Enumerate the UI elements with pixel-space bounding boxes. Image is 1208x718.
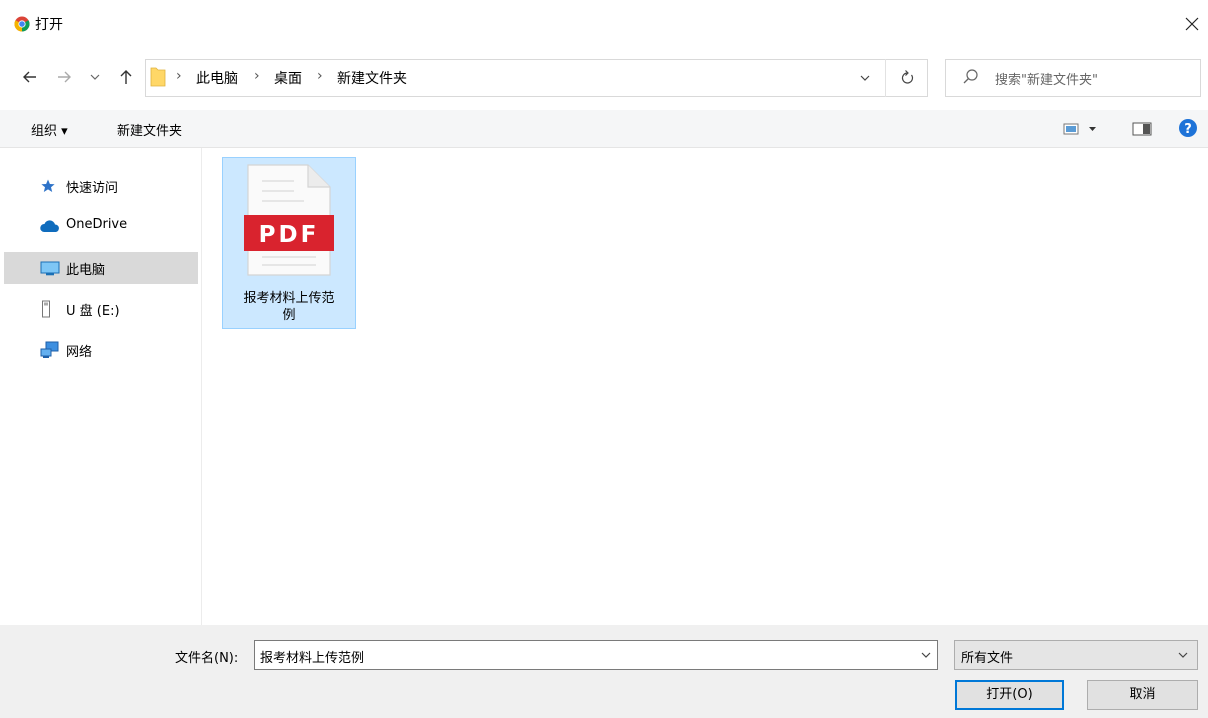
folder-icon xyxy=(150,66,166,88)
chevron-down-icon xyxy=(921,652,931,658)
view-thumbnail-icon xyxy=(1063,123,1096,135)
nav-item-label: 此电脑 xyxy=(66,263,106,278)
up-button[interactable] xyxy=(115,66,137,88)
nav-item-network[interactable]: 网络 xyxy=(22,334,198,366)
refresh-icon xyxy=(901,70,914,84)
window-title: 打开 xyxy=(35,17,63,33)
nav-item-label: 网络 xyxy=(66,345,93,360)
breadcrumb-separator: › xyxy=(176,68,182,84)
breadcrumb-separator: › xyxy=(254,68,260,84)
file-name-label: 报考材料上传范 例 xyxy=(226,290,352,324)
cloud-icon xyxy=(40,220,60,232)
chevron-down-icon xyxy=(1178,652,1188,658)
help-icon: ? xyxy=(1179,119,1197,137)
breadcrumb-new-folder[interactable]: 新建文件夹 xyxy=(337,68,407,88)
nav-item-onedrive[interactable]: OneDrive xyxy=(22,210,198,242)
organize-menu-button[interactable]: 组织 ▾ xyxy=(31,120,68,139)
filename-input-value[interactable]: 报考材料上传范例 xyxy=(260,647,364,666)
network-icon xyxy=(40,341,60,359)
preview-pane-icon xyxy=(1132,122,1152,136)
refresh-button[interactable] xyxy=(897,67,917,89)
file-name-line1: 报考材料上传范 xyxy=(243,291,335,306)
help-button[interactable]: ? xyxy=(1178,118,1198,138)
title-bar xyxy=(0,0,1208,48)
arrow-up-icon xyxy=(120,70,132,84)
breadcrumb-desktop[interactable]: 桌面 xyxy=(274,68,302,88)
address-history-button[interactable] xyxy=(858,67,872,89)
address-bar[interactable] xyxy=(145,59,928,97)
filename-label: 文件名(N): xyxy=(175,651,239,666)
star-icon xyxy=(40,178,56,194)
preview-pane-button[interactable] xyxy=(1132,121,1152,137)
chrome-app-icon xyxy=(14,16,30,32)
new-folder-button[interactable]: 新建文件夹 xyxy=(117,120,182,139)
forward-button[interactable] xyxy=(53,66,75,88)
breadcrumb-this-pc[interactable]: 此电脑 xyxy=(196,68,238,88)
pdf-badge-text: PDF xyxy=(259,222,320,248)
nav-item-label: OneDrive xyxy=(66,217,128,232)
nav-item-usb-drive[interactable]: U 盘 (E:) xyxy=(22,293,198,325)
monitor-icon xyxy=(40,261,60,276)
file-type-chevron[interactable] xyxy=(1176,645,1190,665)
address-divider xyxy=(885,59,886,97)
change-view-button[interactable] xyxy=(1063,121,1103,137)
close-icon xyxy=(1185,17,1199,31)
search-icon xyxy=(962,68,980,86)
back-button[interactable] xyxy=(19,66,41,88)
chevron-down-icon xyxy=(90,74,100,80)
file-name-line2: 例 xyxy=(282,308,296,323)
chevron-down-icon xyxy=(860,75,870,81)
cancel-button[interactable]: 取消 xyxy=(1087,680,1198,710)
nav-item-this-pc[interactable]: 此电脑 xyxy=(4,252,198,284)
recent-locations-button[interactable] xyxy=(88,66,102,88)
close-button[interactable] xyxy=(1180,12,1204,36)
svg-text:?: ? xyxy=(1184,122,1192,137)
search-placeholder: 搜索"新建文件夹" xyxy=(995,73,1098,88)
open-button[interactable]: 打开(O) xyxy=(955,680,1064,710)
filename-dropdown-button[interactable] xyxy=(919,645,933,665)
pdf-file-icon: PDF xyxy=(244,163,334,277)
usb-drive-icon xyxy=(40,300,52,318)
arrow-right-icon xyxy=(58,71,71,83)
file-type-value: 所有文件 xyxy=(961,651,1014,666)
breadcrumb-separator: › xyxy=(317,68,323,84)
arrow-left-icon xyxy=(23,71,36,83)
nav-item-quick-access[interactable]: 快速访问 xyxy=(22,170,198,202)
nav-item-label: 快速访问 xyxy=(66,181,119,196)
nav-item-label: U 盘 (E:) xyxy=(66,304,120,319)
